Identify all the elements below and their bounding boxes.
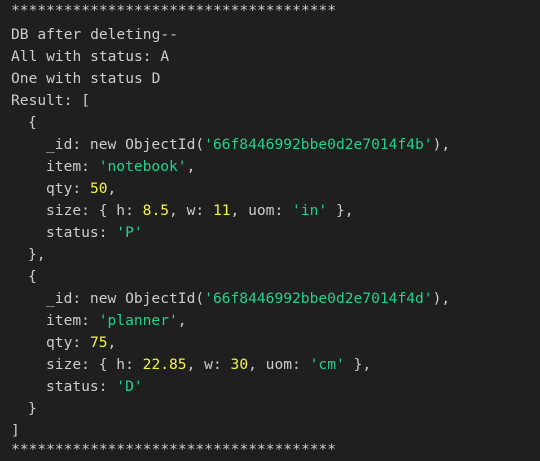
record-status-line: status: 'D'	[46, 376, 143, 398]
record-open-brace: {	[28, 268, 37, 285]
record-size-open: size: { h:	[46, 202, 143, 219]
record-close-brace: }	[28, 400, 37, 417]
record-size-w: 11	[212, 202, 231, 219]
header-line-status-a: All with status: A	[11, 48, 170, 65]
record-size-uom-label: , uom:	[230, 202, 293, 219]
record-item-value: 'planner'	[98, 312, 178, 329]
result-open-line: Result: [	[11, 92, 91, 109]
record-size-w: 30	[230, 356, 249, 373]
record-id-line: _id: new ObjectId('66f8446992bbe0d2e7014…	[46, 288, 450, 310]
record-id-close: ),	[432, 290, 451, 307]
record-close-brace: },	[28, 246, 46, 263]
record-item-label: item:	[46, 158, 99, 175]
record-qty-value: 50	[89, 180, 108, 197]
record-size-h: 8.5	[142, 202, 170, 219]
separator-top: *************************************	[11, 2, 337, 19]
record-open-brace: {	[28, 114, 37, 131]
record-id-label: _id: new ObjectId(	[46, 136, 205, 153]
record-qty-value: 75	[89, 334, 108, 351]
record-qty-label: qty:	[46, 334, 90, 351]
record-size-close: },	[344, 356, 372, 373]
record-item-comma: ,	[186, 158, 196, 175]
separator-bottom: *************************************	[11, 441, 337, 458]
record-item-value: 'notebook'	[98, 158, 187, 175]
record-id-line: _id: new ObjectId('66f8446992bbe0d2e7014…	[46, 134, 450, 156]
record-id-close: ),	[432, 136, 451, 153]
record-id-label: _id: new ObjectId(	[46, 290, 205, 307]
record-qty-comma: ,	[107, 180, 117, 197]
record-size-uom: 'cm'	[309, 356, 345, 373]
record-item-line: item: 'notebook',	[46, 156, 195, 178]
record-size-h: 22.85	[142, 356, 187, 373]
record-size-line: size: { h: 22.85, w: 30, uom: 'cm' },	[46, 354, 371, 376]
record-qty-line: qty: 75,	[46, 332, 116, 354]
record-size-open: size: { h:	[46, 356, 143, 373]
record-qty-label: qty:	[46, 180, 90, 197]
record-size-uom: 'in'	[292, 202, 328, 219]
record-status-line: status: 'P'	[46, 222, 143, 244]
record-status-value: 'P'	[116, 224, 143, 241]
terminal-output: ************************************* DB…	[0, 0, 540, 461]
record-size-w-label: , w:	[186, 356, 231, 373]
header-line-status-d: One with status D	[11, 70, 161, 87]
record-size-close: },	[327, 202, 354, 219]
record-status-value: 'D'	[116, 378, 143, 395]
record-qty-line: qty: 50,	[46, 178, 116, 200]
record-size-w-label: , w:	[169, 202, 213, 219]
record-item-comma: ,	[177, 312, 187, 329]
header-line-deleting: DB after deleting--	[11, 26, 178, 43]
record-size-line: size: { h: 8.5, w: 11, uom: 'in' },	[46, 200, 354, 222]
record-size-uom-label: , uom:	[248, 356, 310, 373]
record-id-value: '66f8446992bbe0d2e7014f4b'	[204, 136, 433, 153]
record-item-line: item: 'planner',	[46, 310, 187, 332]
record-status-label: status:	[46, 224, 117, 241]
record-status-label: status:	[46, 378, 117, 395]
record-qty-comma: ,	[107, 334, 117, 351]
record-id-value: '66f8446992bbe0d2e7014f4d'	[204, 290, 433, 307]
record-item-label: item:	[46, 312, 99, 329]
